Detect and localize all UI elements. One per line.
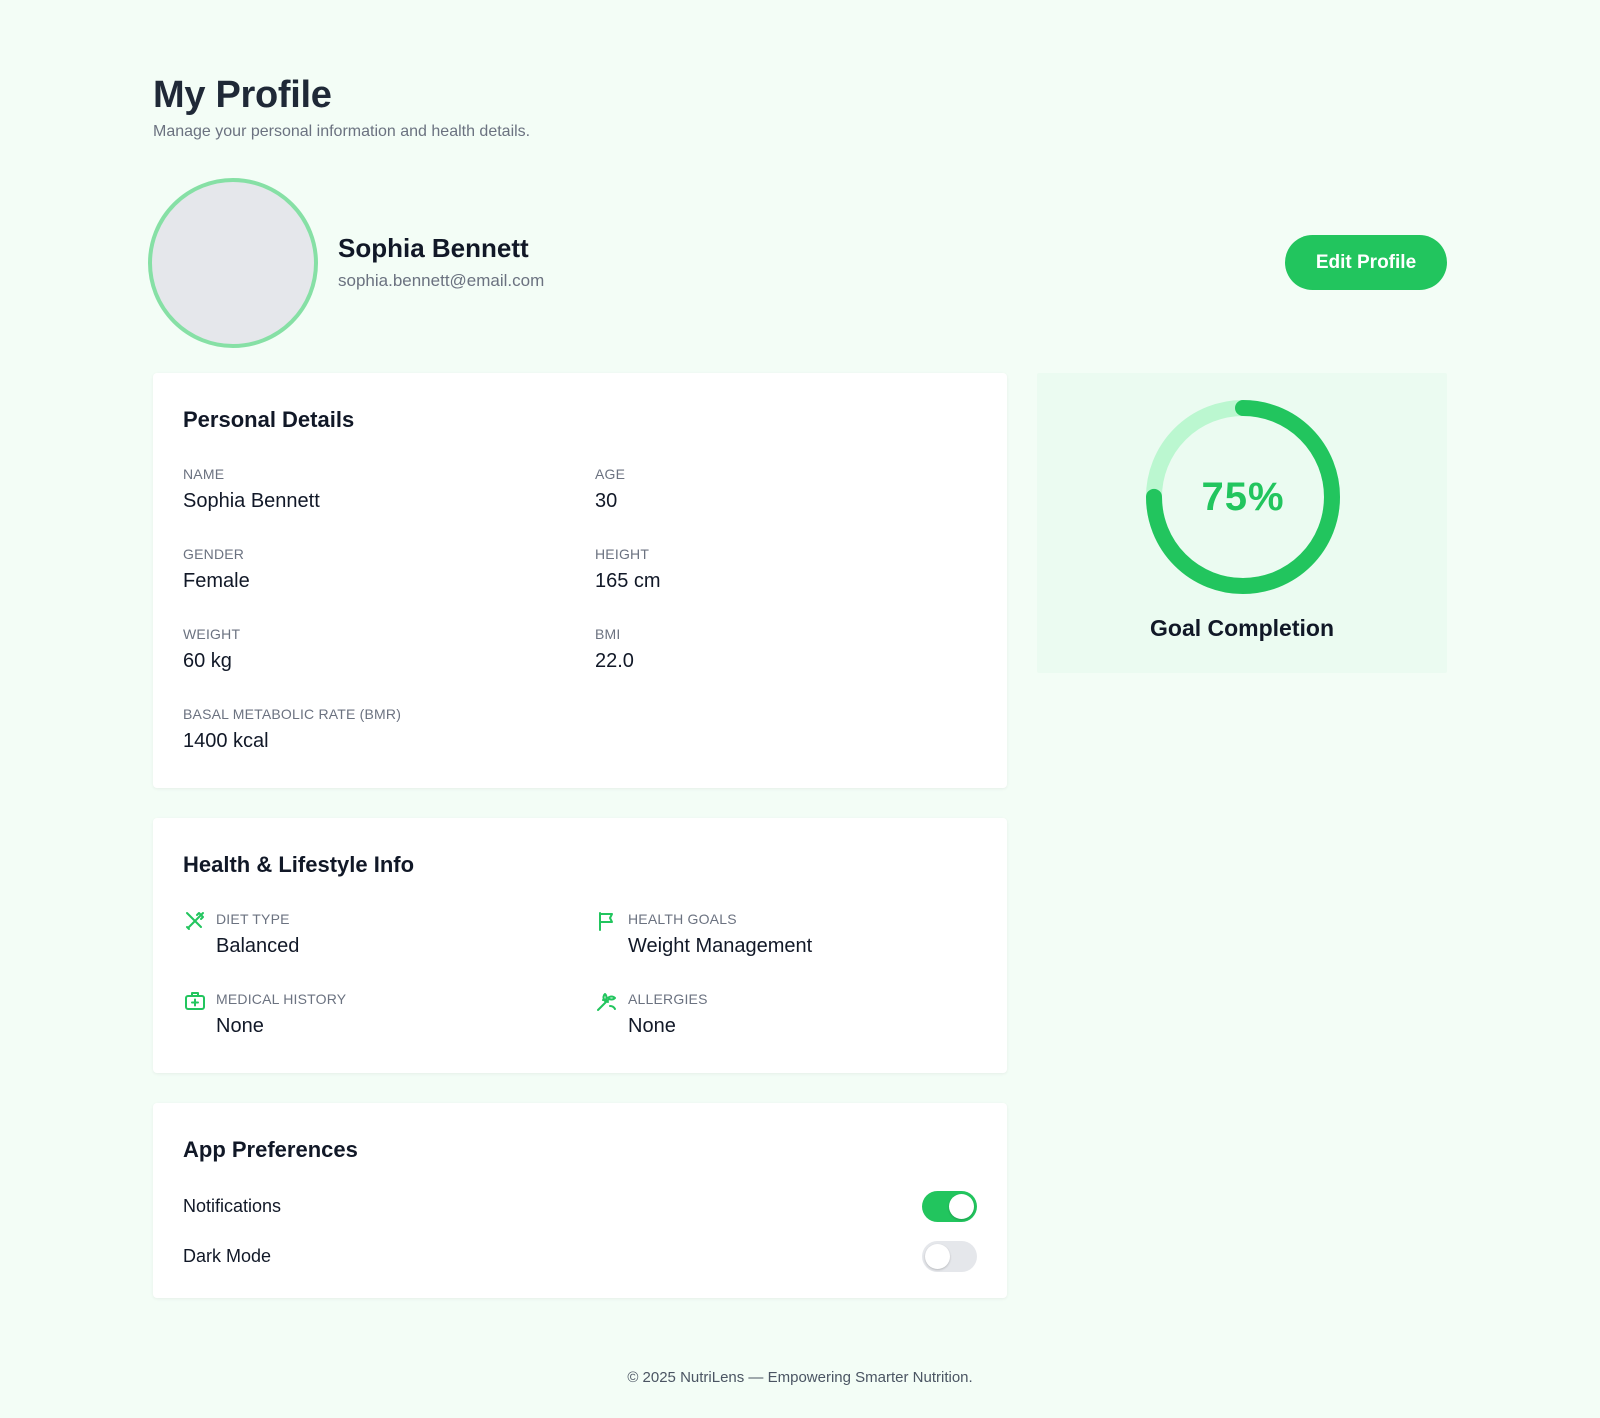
health-lifestyle-title: Health & Lifestyle Info: [183, 852, 415, 877]
field-value: Balanced: [216, 935, 300, 957]
app-preferences-card: App Preferences Notifications Dark Mode: [153, 1103, 1007, 1298]
goal-ring: 75%: [1142, 396, 1344, 598]
app-preferences-title: App Preferences: [183, 1137, 358, 1162]
flag-icon: [599, 912, 613, 931]
field-bmr: Basal Metabolic Rate (BMR) 1400 kcal: [183, 706, 401, 753]
field-label: Gender: [183, 546, 245, 562]
field-value: 22.0: [595, 650, 634, 672]
toggle-knob: [925, 1243, 950, 1269]
field-weight: Weight 60 kg: [183, 626, 240, 673]
field-value: Weight Management: [628, 935, 813, 957]
field-age: Age 30: [595, 466, 625, 513]
field-diet-type: Diet Type Balanced: [183, 911, 299, 958]
field-value: 1400 kcal: [183, 730, 269, 752]
field-value: Sophia Bennett: [183, 490, 320, 512]
field-medical-history: Medical History None: [183, 991, 346, 1038]
goal-label: Goal Completion: [1150, 615, 1334, 641]
field-gender: Gender Female: [183, 546, 250, 593]
page-title: My Profile: [153, 74, 332, 116]
field-value: 60 kg: [183, 650, 232, 672]
profile-name: Sophia Bennett: [338, 233, 529, 263]
field-label: Basal Metabolic Rate (BMR): [183, 706, 402, 722]
field-height: Height 165 cm: [595, 546, 661, 593]
pref-label: Notifications: [183, 1195, 282, 1216]
field-label: Height: [595, 546, 650, 562]
notifications-toggle[interactable]: [922, 1190, 977, 1222]
field-label: Age: [595, 466, 626, 482]
field-label: BMI: [595, 626, 621, 642]
avatar[interactable]: [148, 178, 318, 348]
personal-details-card: Personal Details Name Sophia Bennett Age…: [153, 373, 1007, 788]
field-label: Health Goals: [628, 911, 737, 927]
field-label: Allergies: [628, 991, 708, 1007]
field-value: Female: [183, 570, 250, 592]
pref-row-notifications: Notifications: [183, 1190, 977, 1222]
field-value: 165 cm: [595, 570, 661, 592]
pref-row-dark-mode: Dark Mode: [183, 1240, 977, 1272]
field-health-goals: Health Goals Weight Management: [595, 911, 812, 958]
field-allergies: Allergies None: [595, 991, 708, 1038]
field-value: None: [628, 1015, 676, 1037]
utensils-icon: [186, 912, 204, 930]
toggle-knob: [949, 1193, 974, 1219]
wheat-icon: [597, 993, 616, 1011]
field-name: Name Sophia Bennett: [183, 466, 320, 513]
personal-details-title: Personal Details: [183, 407, 355, 432]
field-label: Name: [183, 466, 225, 482]
edit-profile-button[interactable]: Edit Profile: [1285, 235, 1447, 290]
pref-label: Dark Mode: [183, 1245, 272, 1266]
dark-mode-toggle[interactable]: [922, 1240, 977, 1272]
field-label: Weight: [183, 626, 241, 642]
field-label: Medical History: [216, 991, 347, 1007]
medical-kit-icon: [185, 992, 205, 1010]
page-subtitle: Manage your personal information and hea…: [153, 123, 531, 140]
goal-completion-card: 75% Goal Completion: [1037, 373, 1447, 673]
field-bmi: BMI 22.0: [595, 626, 634, 673]
health-lifestyle-card: Health & Lifestyle Info Diet Type Balanc…: [153, 818, 1007, 1073]
goal-percent: 75%: [1201, 474, 1285, 519]
field-value: 30: [595, 490, 618, 512]
profile-email: sophia.bennett@email.com: [338, 271, 545, 290]
field-label: Diet Type: [216, 911, 290, 927]
footer: © 2025 NutriLens — Empowering Smarter Nu…: [627, 1369, 973, 1386]
field-value: None: [216, 1015, 264, 1037]
